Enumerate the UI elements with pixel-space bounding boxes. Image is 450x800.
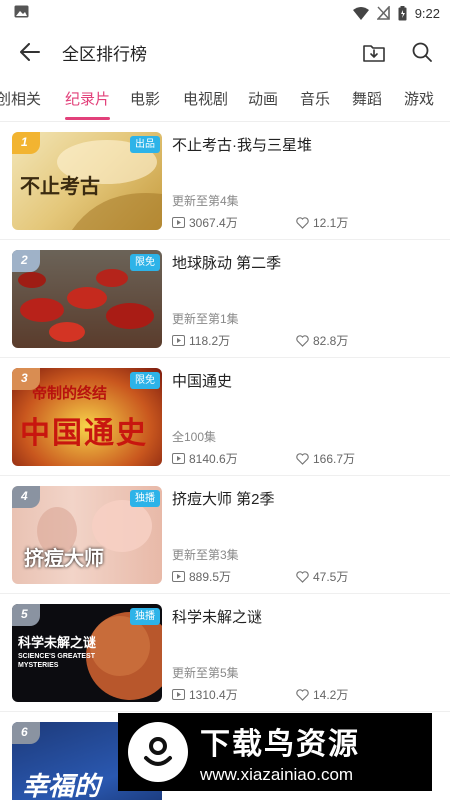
rank-number: 4	[12, 486, 40, 508]
play-icon	[172, 217, 185, 228]
like-count: 47.5万	[296, 568, 348, 585]
status-badge: 出品	[130, 136, 160, 153]
thumbnail-title-text: 不止考古	[20, 176, 100, 198]
status-bar: 9:22	[0, 0, 450, 26]
tab-movie[interactable]: 电影	[130, 78, 160, 121]
list-item[interactable]: 挤痘大师 4 独播 挤痘大师 第2季 更新至第3集 889.5万 47.5万	[0, 476, 450, 594]
update-status: 更新至第5集	[172, 666, 239, 680]
tab-documentary[interactable]: 纪录片	[65, 78, 111, 121]
rank-number: 2	[12, 250, 40, 272]
update-status: 更新至第4集	[172, 194, 239, 208]
notification-image-icon	[14, 5, 29, 21]
list-item[interactable]: 不止考古 1 出品 不止考古·我与三星堆 更新至第4集 3067.4万 12.1…	[0, 122, 450, 240]
like-count-value: 14.2万	[313, 688, 349, 702]
thumbnail-subtitle-text: 帝制的终结	[32, 385, 108, 402]
play-count: 118.2万	[172, 332, 230, 349]
play-count-value: 118.2万	[189, 334, 231, 348]
play-icon	[172, 335, 185, 346]
page-title: 全区排行榜	[62, 44, 147, 64]
thumbnail[interactable]: 科学未解之谜 SCIENCE'S GREATEST MYSTERIES 5 独播	[12, 604, 162, 702]
item-title[interactable]: 挤痘大师 第2季	[172, 488, 275, 509]
play-icon	[172, 689, 185, 700]
heart-icon	[296, 334, 309, 347]
play-count-value: 1310.4万	[189, 688, 238, 702]
like-count-value: 166.7万	[313, 452, 356, 466]
status-badge: 限免	[130, 254, 160, 271]
category-tabs: 创相关 纪录片 电影 电视剧 动画 音乐 舞蹈 游戏	[0, 78, 450, 122]
thumbnail[interactable]: 帝制的终结 中国通史 3 限免	[12, 368, 162, 466]
status-badge: 限免	[130, 372, 160, 389]
heart-icon	[296, 452, 309, 465]
like-count-value: 47.5万	[313, 570, 349, 584]
like-count-value: 82.8万	[313, 334, 349, 348]
play-count: 889.5万	[172, 568, 231, 585]
play-icon	[172, 453, 185, 464]
thumbnail-title-text: 挤痘大师	[24, 548, 104, 570]
tab-animation[interactable]: 动画	[248, 78, 278, 121]
battery-icon	[398, 5, 407, 21]
like-count: 12.1万	[296, 214, 348, 231]
status-badge: 独播	[130, 490, 160, 507]
download-icon	[363, 45, 385, 62]
watermark-banner: 下载鸟资源 www.xiazainiao.com	[118, 713, 432, 791]
rank-number: 1	[12, 132, 40, 154]
active-tab-indicator	[65, 117, 111, 120]
play-count: 3067.4万	[172, 214, 238, 231]
like-count: 14.2万	[296, 686, 348, 703]
item-title[interactable]: 科学未解之谜	[172, 606, 262, 627]
thumbnail[interactable]: 不止考古 1 出品	[12, 132, 162, 230]
heart-icon	[296, 570, 309, 583]
play-count-value: 889.5万	[189, 570, 232, 584]
bird-logo-icon	[128, 722, 188, 782]
tab-original[interactable]: 创相关	[0, 78, 41, 121]
item-title[interactable]: 地球脉动 第二季	[172, 252, 281, 273]
status-badge: 独播	[130, 608, 160, 625]
list-item[interactable]: 科学未解之谜 SCIENCE'S GREATEST MYSTERIES 5 独播…	[0, 594, 450, 712]
thumbnail[interactable]: 挤痘大师 4 独播	[12, 486, 162, 584]
watermark-url: www.xiazainiao.com	[200, 765, 354, 784]
list-item[interactable]: 2 限免 地球脉动 第二季 更新至第1集 118.2万 82.8万	[0, 240, 450, 358]
download-button[interactable]	[360, 38, 388, 66]
search-button[interactable]	[408, 38, 436, 66]
like-count: 82.8万	[296, 332, 348, 349]
like-count-value: 12.1万	[313, 216, 349, 230]
update-status: 更新至第3集	[172, 548, 239, 562]
like-count: 166.7万	[296, 450, 355, 467]
item-title[interactable]: 中国通史	[172, 370, 232, 391]
list-item[interactable]: 帝制的终结 中国通史 3 限免 中国通史 全100集 8140.6万 166.7…	[0, 358, 450, 476]
tab-tv-series[interactable]: 电视剧	[183, 78, 228, 121]
thumbnail-title-text: 科学未解之谜	[18, 635, 97, 650]
play-icon	[172, 571, 185, 582]
play-count-value: 8140.6万	[189, 452, 238, 466]
back-button[interactable]	[16, 38, 44, 66]
tab-dance[interactable]: 舞蹈	[352, 78, 382, 121]
app-header: 全区排行榜	[0, 26, 450, 78]
update-status: 更新至第1集	[172, 312, 239, 326]
watermark-title: 下载鸟资源	[200, 728, 360, 761]
rank-number: 5	[12, 604, 40, 626]
update-status: 全100集	[172, 430, 217, 444]
play-count-value: 3067.4万	[189, 216, 238, 230]
wifi-icon	[352, 6, 369, 20]
thumbnail-title-text: 中国通史	[20, 417, 148, 450]
arrow-left-icon	[20, 43, 40, 61]
no-signal-icon	[376, 6, 390, 20]
tab-music[interactable]: 音乐	[300, 78, 330, 121]
thumbnail-title-text: 幸福的	[22, 771, 101, 800]
tab-documentary-label: 纪录片	[65, 91, 111, 108]
heart-icon	[296, 216, 309, 229]
play-count: 1310.4万	[172, 686, 238, 703]
rank-number: 3	[12, 368, 40, 390]
status-time: 9:22	[414, 5, 440, 21]
play-count: 8140.6万	[172, 450, 238, 467]
tab-game[interactable]: 游戏	[404, 78, 434, 121]
heart-icon	[296, 688, 309, 701]
rank-number: 6	[12, 722, 40, 744]
item-title[interactable]: 不止考古·我与三星堆	[172, 134, 312, 155]
thumbnail-subtitle-text: SCIENCE'S GREATEST MYSTERIES	[18, 653, 95, 669]
search-icon	[412, 42, 432, 62]
thumbnail[interactable]: 2 限免	[12, 250, 162, 348]
